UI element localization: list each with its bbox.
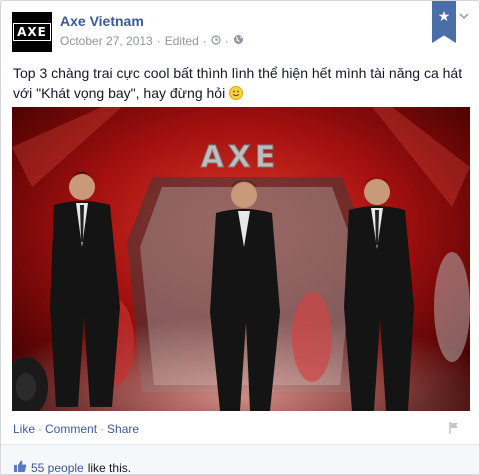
- star-icon: ★: [437, 8, 451, 24]
- likes-count-link[interactable]: 55 people: [31, 461, 84, 475]
- flag-icon[interactable]: [449, 421, 459, 434]
- likes-footer: 55 people like this.: [1, 444, 479, 475]
- meta-separator: ·: [224, 34, 229, 48]
- share-link[interactable]: Share: [107, 422, 139, 436]
- stage-axe-sign: AXE: [201, 140, 280, 175]
- axe-logo: AXE: [13, 23, 51, 41]
- page-avatar[interactable]: AXE: [12, 12, 52, 52]
- highlight-ribbon[interactable]: ★: [432, 1, 456, 43]
- action-separator: ·: [100, 422, 105, 436]
- post-date[interactable]: October 27, 2013: [60, 34, 153, 48]
- post-card: AXE Axe Vietnam October 27, 2013 · Edite…: [0, 0, 480, 475]
- post-text: Top 3 chàng trai cực cool bất thình lình…: [13, 63, 468, 103]
- concert-photo[interactable]: AXE: [12, 107, 470, 411]
- action-separator: ·: [38, 422, 43, 436]
- globe-icon[interactable]: [233, 34, 244, 48]
- post-meta: October 27, 2013 · Edited · ·: [60, 34, 244, 48]
- post-actions: Like · Comment · Share: [13, 422, 139, 436]
- page-name-link[interactable]: Axe Vietnam: [60, 13, 144, 29]
- smile-emoticon-icon: [229, 86, 244, 100]
- edited-label[interactable]: Edited: [165, 34, 199, 48]
- chevron-down-icon[interactable]: [459, 11, 469, 23]
- likes-suffix: like this.: [87, 460, 132, 475]
- comment-link[interactable]: Comment: [45, 422, 97, 436]
- like-link[interactable]: Like: [13, 422, 35, 436]
- meta-separator: ·: [156, 34, 161, 48]
- likes-summary: 55 people like this.: [13, 459, 132, 475]
- clock-icon: [211, 34, 221, 48]
- thumbs-up-icon: [13, 459, 27, 474]
- meta-separator: ·: [202, 34, 207, 48]
